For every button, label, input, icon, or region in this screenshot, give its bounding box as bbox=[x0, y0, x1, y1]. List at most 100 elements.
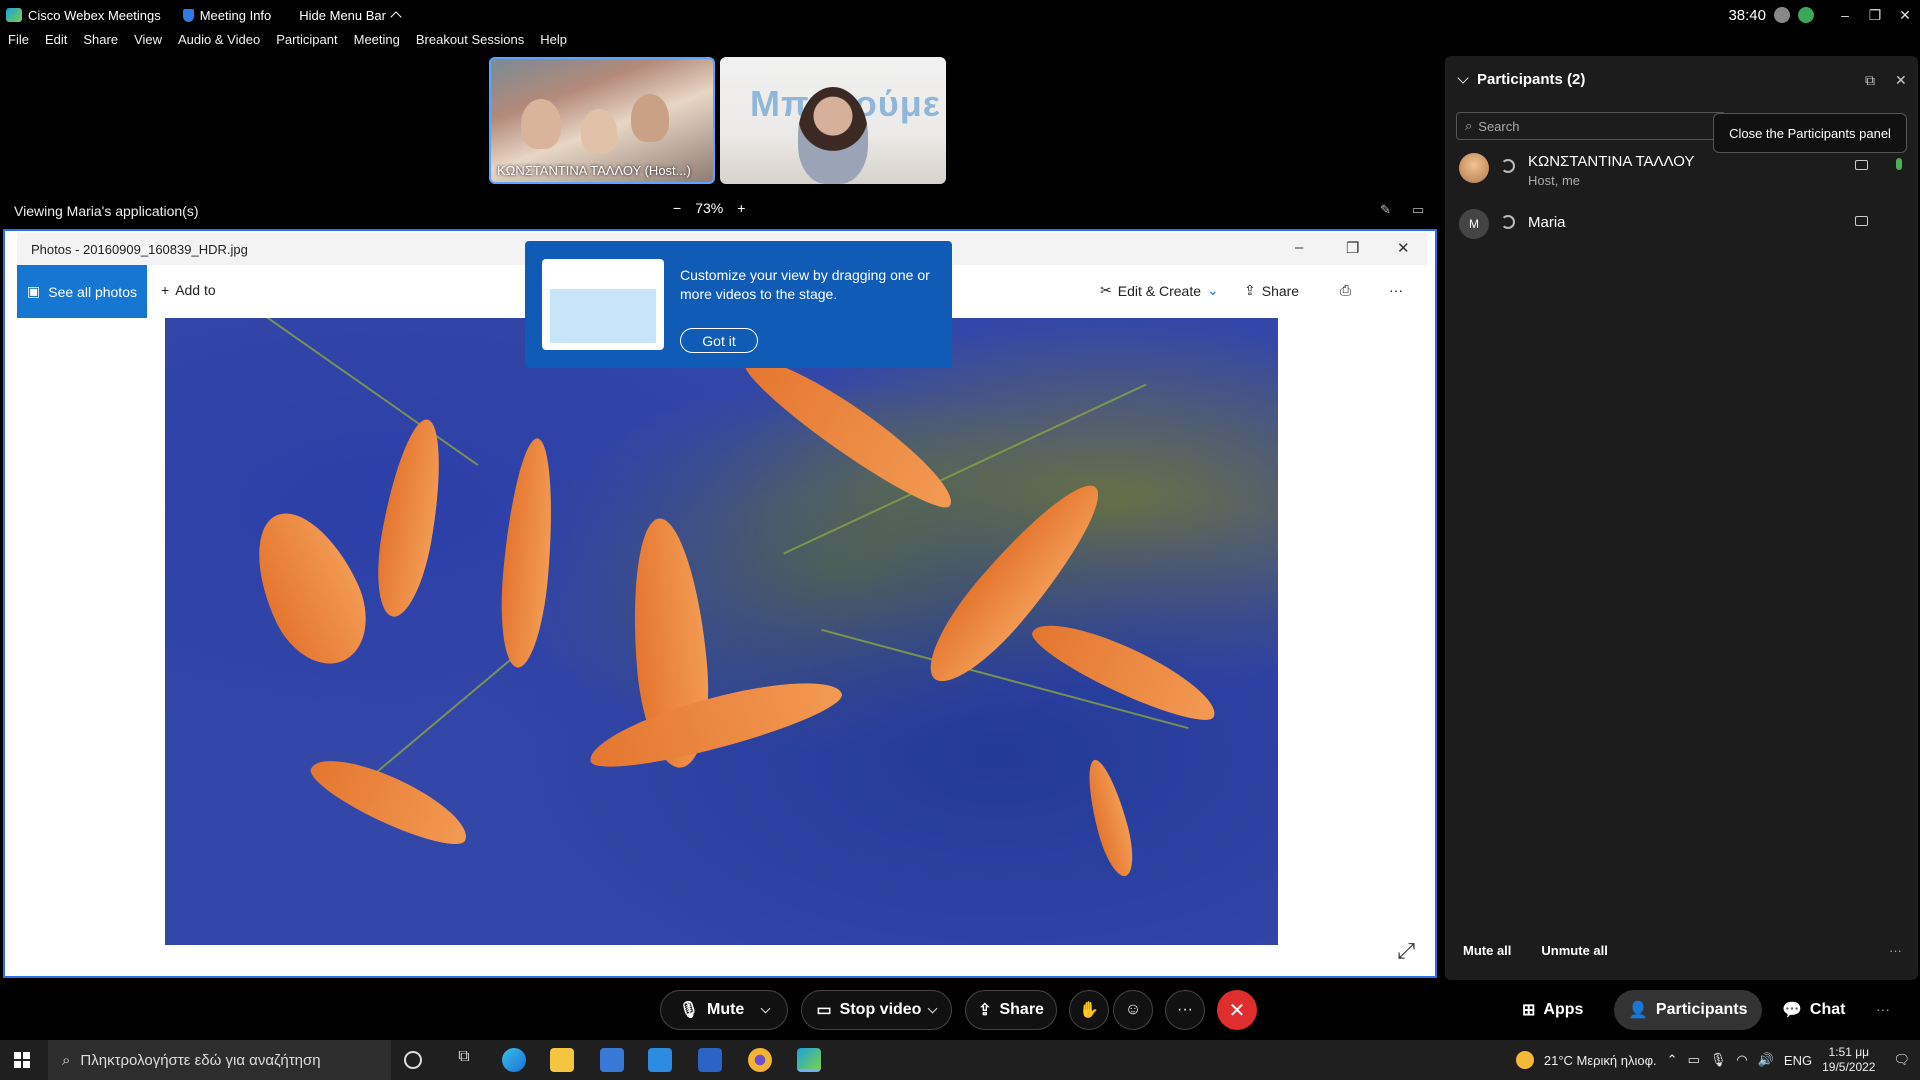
hide-menu-bar-button[interactable]: Hide Menu Bar bbox=[299, 8, 402, 23]
edit-create-button[interactable]: ✂ Edit & Create ⌄ bbox=[1100, 282, 1219, 299]
taskbar-search-input[interactable]: ⌕ Πληκτρολογήστε εδώ για αναζήτηση bbox=[48, 1040, 391, 1080]
participants-header[interactable]: Participants (2) bbox=[1457, 71, 1585, 88]
photos-more-button[interactable]: ··· bbox=[1389, 282, 1403, 298]
participants-button[interactable]: 👤 Participants bbox=[1614, 990, 1762, 1030]
chat-button[interactable]: 💬 Chat bbox=[1768, 990, 1859, 1030]
wifi-icon[interactable]: ◠ bbox=[1736, 1052, 1747, 1068]
chevron-up-icon[interactable]: ⌃ bbox=[1667, 1052, 1678, 1068]
video-thumbnail-maria[interactable]: Μπορούμε bbox=[720, 57, 946, 184]
photo-greens bbox=[231, 318, 479, 466]
close-panel-tooltip: Close the Participants panel bbox=[1713, 113, 1907, 153]
mute-button[interactable]: 🎙 Mute bbox=[660, 990, 788, 1030]
zoom-out-button[interactable]: − bbox=[673, 200, 681, 216]
annotate-icon[interactable]: ✎ bbox=[1380, 202, 1391, 218]
close-icon[interactable]: ✕ bbox=[1890, 7, 1920, 24]
menu-view[interactable]: View bbox=[134, 32, 162, 54]
cortana-icon[interactable] bbox=[404, 1051, 422, 1069]
participant-role: Host, me bbox=[1528, 173, 1581, 188]
video-person bbox=[521, 99, 561, 149]
panel-more-button[interactable]: ··· bbox=[1889, 943, 1902, 958]
microphone-icon[interactable]: 🎙 bbox=[1710, 1052, 1727, 1068]
print-icon[interactable]: ⎙ bbox=[1340, 282, 1351, 299]
zoom-in-button[interactable]: + bbox=[737, 200, 745, 216]
taskbar: ⌕ Πληκτρολογήστε εδώ για αναζήτηση ⧉ 21°… bbox=[0, 1040, 1920, 1080]
restore-icon[interactable]: ❐ bbox=[1860, 7, 1890, 24]
controls-overflow-button[interactable]: ··· bbox=[1876, 1001, 1890, 1017]
store-icon[interactable] bbox=[600, 1048, 624, 1072]
add-to-button[interactable]: + Add to bbox=[161, 282, 216, 298]
menu-edit[interactable]: Edit bbox=[45, 32, 67, 54]
clock[interactable]: 1:51 μμ 19/5/2022 bbox=[1822, 1045, 1875, 1075]
see-all-photos-button[interactable]: ▣ See all photos bbox=[17, 265, 147, 318]
photos-close-icon[interactable]: ✕ bbox=[1397, 239, 1410, 257]
weather-text[interactable]: 21°C Μερική ηλιοφ. bbox=[1544, 1053, 1657, 1068]
video-thumbnail-host[interactable]: ΚΩΝΣΤΑΝΤΙΝΑ ΤΑΛΛΟΥ (Host...) bbox=[489, 57, 715, 184]
reactions-icon[interactable]: ☺ bbox=[1113, 990, 1153, 1030]
expand-icon[interactable]: ⤢ bbox=[1397, 938, 1415, 964]
menu-participant[interactable]: Participant bbox=[276, 32, 337, 54]
customize-view-tip: Customize your view by dragging one or m… bbox=[525, 241, 952, 368]
screen-icon[interactable]: ▭ bbox=[1412, 202, 1424, 218]
photo-carrot bbox=[495, 436, 560, 670]
stop-video-button[interactable]: ▭ Stop video bbox=[801, 990, 952, 1030]
webcam-icon[interactable]: ▭ bbox=[1688, 1052, 1700, 1068]
thumbnail-host-label: ΚΩΝΣΤΑΝΤΙΝΑ ΤΑΛΛΟΥ (Host...) bbox=[497, 163, 691, 178]
video-camera-icon: ▭ bbox=[816, 1002, 832, 1019]
clock-date: 19/5/2022 bbox=[1822, 1060, 1876, 1074]
menu-meeting[interactable]: Meeting bbox=[354, 32, 400, 54]
volume-icon[interactable]: 🔊 bbox=[1758, 1052, 1774, 1068]
add-to-label: Add to bbox=[175, 282, 216, 298]
apps-button[interactable]: ⊞ Apps bbox=[1508, 990, 1597, 1030]
task-view-icon[interactable]: ⧉ bbox=[452, 1048, 476, 1072]
edge-icon[interactable] bbox=[502, 1048, 526, 1072]
meeting-info-button[interactable]: Meeting Info bbox=[182, 7, 272, 23]
share-screen-icon: ⇪ bbox=[978, 1002, 992, 1019]
file-explorer-icon[interactable] bbox=[550, 1048, 574, 1072]
panel-close-icon[interactable]: ✕ bbox=[1895, 72, 1907, 89]
chevron-down-icon: ⌄ bbox=[1207, 282, 1219, 298]
title-bar: Cisco Webex Meetings Meeting Info Hide M… bbox=[0, 0, 1920, 30]
weather-icon[interactable] bbox=[1515, 1051, 1534, 1069]
menu-breakout[interactable]: Breakout Sessions bbox=[416, 32, 524, 54]
video-person bbox=[798, 87, 868, 184]
language-indicator[interactable]: ENG bbox=[1784, 1053, 1812, 1068]
camera-icon bbox=[1855, 160, 1868, 170]
search-icon: ⌕ bbox=[1465, 118, 1473, 133]
menu-file[interactable]: File bbox=[8, 32, 29, 54]
clock-time: 1:51 μμ bbox=[1828, 1045, 1870, 1059]
raise-hand-icon[interactable]: ✋ bbox=[1069, 990, 1109, 1030]
photos-share-label: Share bbox=[1261, 282, 1300, 299]
participant-row[interactable]: ΚΩΝΣΤΑΝΤΙΝΑ ΤΑΛΛΟΥ Host, me bbox=[1459, 153, 1909, 193]
tip-text: Customize your view by dragging one or m… bbox=[680, 267, 930, 302]
menu-help[interactable]: Help bbox=[540, 32, 567, 54]
app-icon[interactable] bbox=[698, 1048, 722, 1072]
mail-icon[interactable] bbox=[648, 1048, 672, 1072]
shield-icon bbox=[182, 8, 194, 22]
minimize-icon[interactable]: – bbox=[1830, 7, 1860, 23]
photos-minimize-icon[interactable]: – bbox=[1295, 239, 1303, 256]
windows-start-icon[interactable] bbox=[14, 1052, 30, 1068]
photos-restore-icon[interactable]: ❐ bbox=[1346, 239, 1359, 257]
meeting-info-label: Meeting Info bbox=[199, 7, 272, 23]
participants-label: Participants bbox=[1655, 1001, 1748, 1018]
stop-video-label: Stop video bbox=[839, 1001, 922, 1018]
chat-label: Chat bbox=[1809, 1001, 1846, 1018]
network-icon[interactable] bbox=[1798, 7, 1814, 23]
popout-icon[interactable]: ⧉ bbox=[1865, 72, 1875, 89]
notifications-icon[interactable]: 🗨 bbox=[1893, 1052, 1910, 1068]
more-options-button[interactable]: ··· bbox=[1165, 990, 1205, 1030]
participant-row[interactable]: M Maria bbox=[1459, 209, 1909, 249]
menu-audio-video[interactable]: Audio & Video bbox=[178, 32, 260, 54]
connection-icon[interactable] bbox=[1774, 7, 1790, 23]
photos-share-button[interactable]: ⇪ Share bbox=[1244, 282, 1299, 299]
app-name: Cisco Webex Meetings bbox=[28, 7, 161, 23]
chrome-icon[interactable] bbox=[748, 1048, 772, 1072]
share-button[interactable]: ⇪ Share bbox=[965, 990, 1057, 1030]
menu-share[interactable]: Share bbox=[83, 32, 118, 54]
unmute-all-button[interactable]: Unmute all bbox=[1541, 943, 1607, 958]
participants-search-input[interactable]: ⌕ Search bbox=[1456, 112, 1726, 140]
got-it-button[interactable]: Got it bbox=[680, 328, 758, 353]
leave-meeting-icon[interactable]: ✕ bbox=[1217, 990, 1257, 1030]
mute-all-button[interactable]: Mute all bbox=[1463, 943, 1511, 958]
webex-taskbar-icon[interactable] bbox=[797, 1048, 821, 1072]
